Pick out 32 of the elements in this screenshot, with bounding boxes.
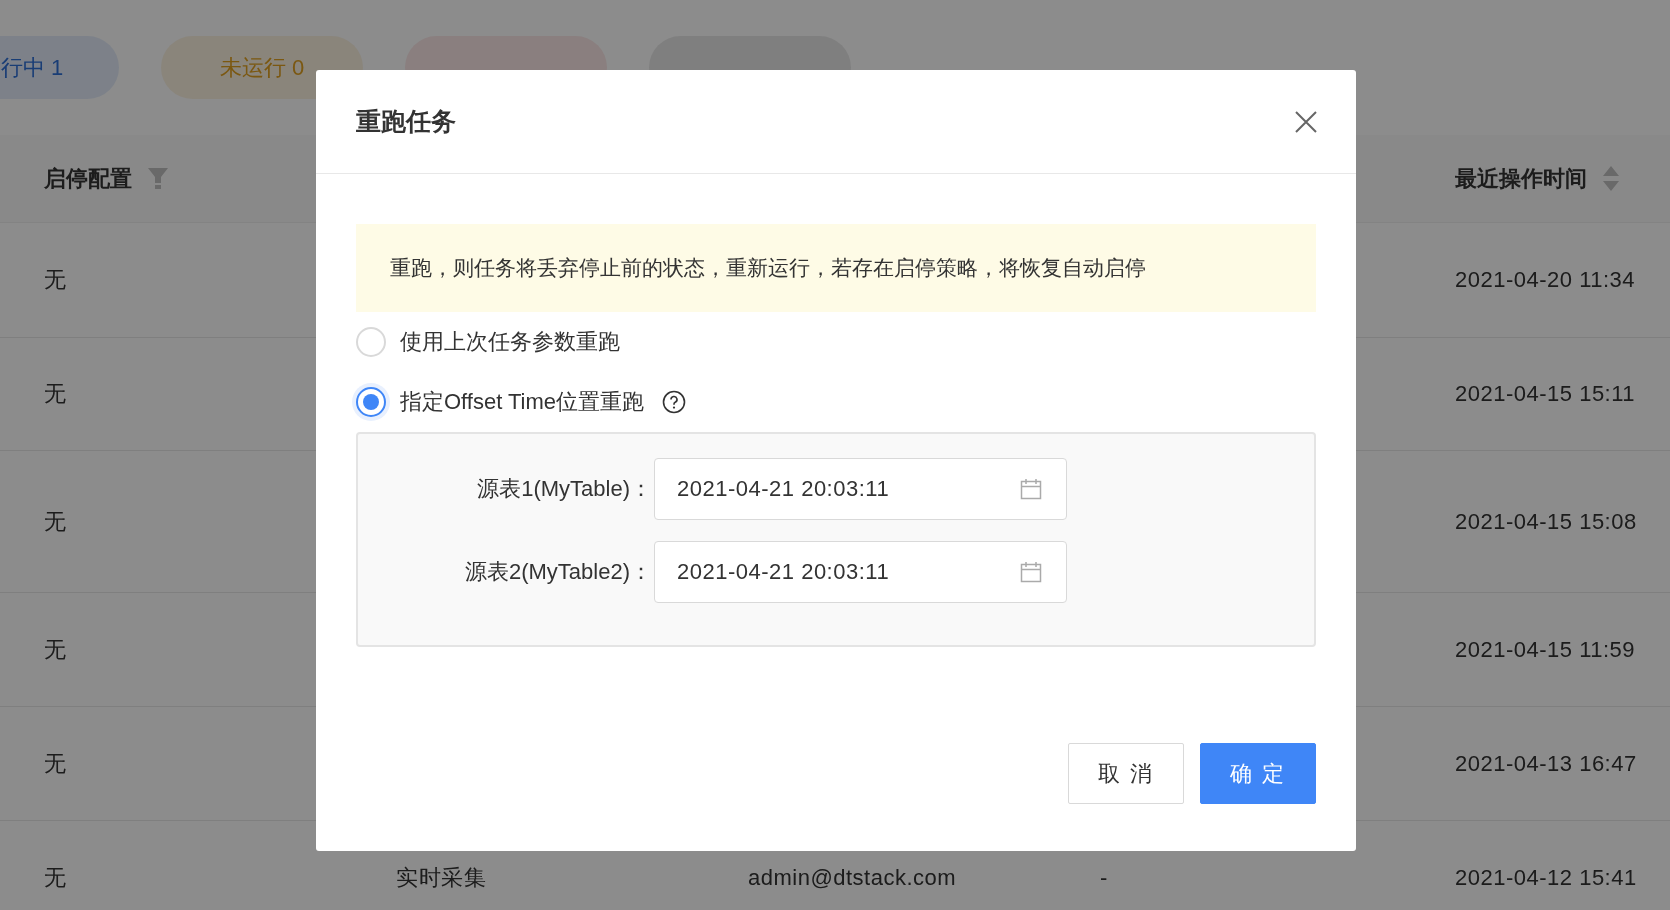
- field-label: 源表2(MyTable2)：: [463, 558, 652, 586]
- table-cell: 无: [44, 381, 67, 406]
- table-cell: 实时采集: [396, 864, 486, 890]
- table-cell: 无: [44, 508, 67, 534]
- date-time-field[interactable]: 2021-04-21 20:03:11: [654, 458, 1067, 520]
- confirm-button[interactable]: 确 定: [1200, 743, 1316, 804]
- table-cell: 2021-04-12 15:41: [1455, 864, 1637, 890]
- table-cell: 无: [44, 750, 67, 776]
- table-cell: 2021-04-15 15:08: [1455, 508, 1637, 534]
- field-label: 源表1(MyTable)：: [476, 475, 652, 503]
- table-cell: 无: [44, 636, 67, 662]
- table-cell: 2021-04-20 11:34: [1455, 267, 1636, 292]
- column-header: 启停配置: [44, 164, 132, 193]
- column-header: 最近操作时间: [1455, 164, 1587, 193]
- table-cell: 2021-04-15 11:59: [1455, 636, 1636, 662]
- help-icon[interactable]: [662, 390, 687, 414]
- calendar-icon: [1020, 561, 1042, 583]
- notice-banner: 重跑，则任务将丢弃停止前的状态，重新运行，若存在启停策略，将恢复自动启停: [356, 224, 1316, 312]
- table-cell: admin@dtstack.com: [748, 864, 957, 890]
- dialog-title: 重跑任务: [356, 106, 456, 137]
- radio-button[interactable]: [356, 387, 386, 417]
- table-cell: 2021-04-15 15:11: [1455, 381, 1636, 406]
- option-label: 使用上次任务参数重跑: [400, 328, 620, 356]
- calendar-icon: [1020, 478, 1042, 500]
- table-cell: 2021-04-13 16:47: [1455, 750, 1637, 776]
- table-cell: 无: [44, 864, 67, 890]
- cancel-button[interactable]: 取 消: [1068, 743, 1184, 804]
- close-button[interactable]: [1294, 109, 1318, 134]
- date-time-field[interactable]: 2021-04-21 20:03:11: [654, 541, 1067, 603]
- option-label: 指定Offset Time位置重跑: [400, 388, 645, 416]
- table-cell: 无: [44, 267, 67, 292]
- table-cell: -: [1100, 864, 1108, 890]
